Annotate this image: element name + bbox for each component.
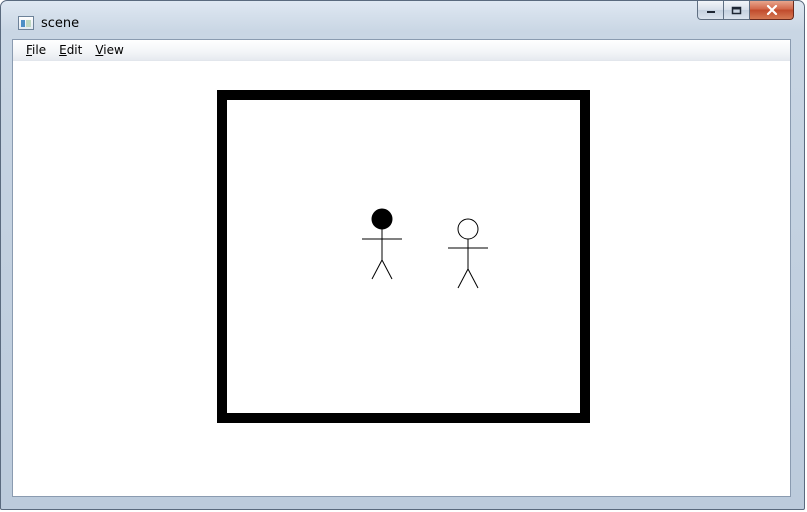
menu-edit[interactable]: Edit [52, 40, 88, 60]
menu-view[interactable]: View [88, 40, 129, 60]
menu-file[interactable]: File [19, 40, 52, 60]
figure-left-leg [371, 259, 383, 280]
menu-edit-label: dit [66, 43, 83, 57]
scene-canvas[interactable] [13, 62, 790, 496]
figure-right-leg [381, 259, 393, 280]
menu-edit-mnemonic: E [59, 43, 67, 57]
minimize-button[interactable] [697, 1, 724, 20]
title-bar[interactable]: scene [1, 1, 804, 39]
close-icon [750, 1, 793, 19]
minimize-icon [698, 1, 723, 19]
figure-left-leg [457, 268, 469, 289]
scene-frame[interactable] [217, 90, 590, 423]
figure-right-leg [467, 268, 479, 289]
menu-file-label: ile [32, 43, 47, 57]
figure-head-filled [371, 208, 393, 230]
maximize-button[interactable] [724, 1, 750, 20]
maximize-icon [724, 1, 749, 19]
stick-figure-filled[interactable] [362, 208, 402, 280]
app-window: scene File Edit View [0, 0, 805, 510]
caption-buttons [697, 1, 794, 21]
menu-view-label: iew [103, 43, 124, 57]
stick-figure-outline[interactable] [448, 218, 488, 289]
client-area: File Edit View [12, 39, 791, 497]
menu-bar: File Edit View [13, 40, 790, 61]
close-button[interactable] [750, 1, 794, 20]
window-title: scene [41, 16, 80, 31]
figure-head-outline [457, 218, 479, 240]
app-window-icon[interactable] [18, 16, 34, 30]
scene-svg [217, 90, 590, 423]
